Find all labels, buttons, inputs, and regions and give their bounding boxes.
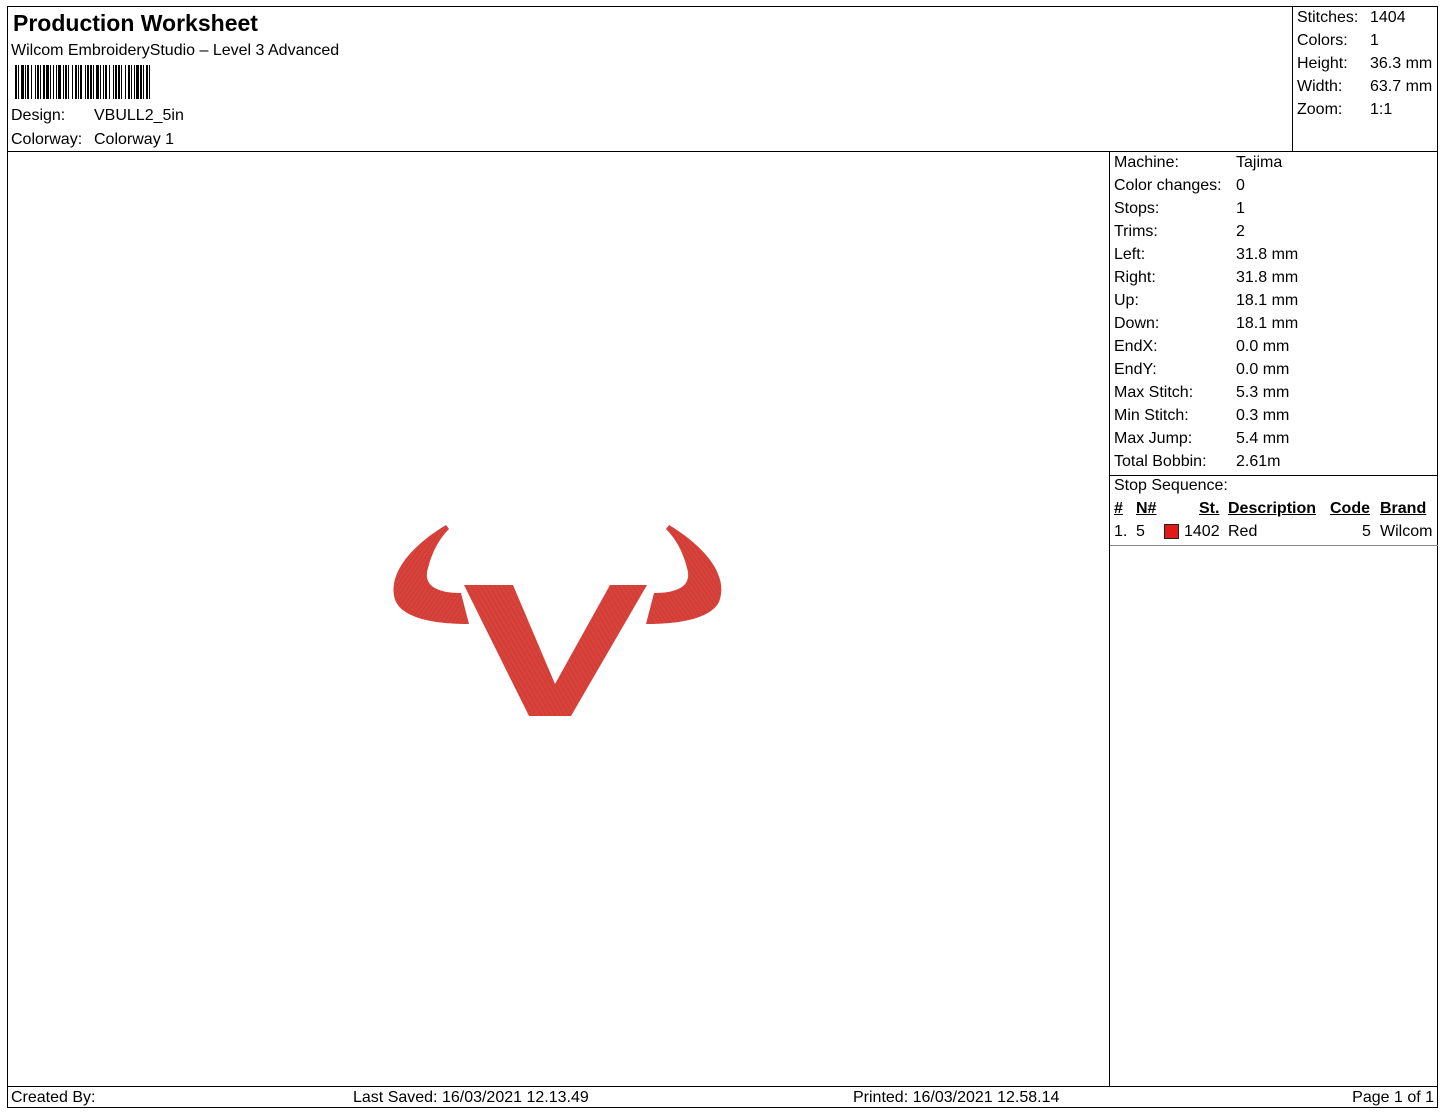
info-value: 18.1 mm — [1236, 315, 1299, 332]
design-value: VBULL2_5in — [94, 107, 184, 124]
zoom-label: Zoom: — [1297, 101, 1343, 118]
bull-logo-embroidery — [393, 525, 722, 716]
info-label: EndX: — [1114, 338, 1158, 355]
info-label: Total Bobbin: — [1114, 453, 1207, 470]
colors-row: Colors: 1 — [1297, 32, 1379, 50]
info-row: Max Jump: 5.4 mm — [1114, 430, 1289, 448]
info-row: Color changes: 0 — [1114, 177, 1245, 195]
info-label: Max Jump: — [1114, 430, 1193, 447]
info-label: Machine: — [1114, 154, 1179, 171]
stop-number: 1. — [1114, 523, 1128, 540]
info-value: 2.61m — [1236, 453, 1281, 470]
info-label: Stops: — [1114, 200, 1160, 217]
height-row: Height: 36.3 mm — [1297, 55, 1432, 73]
colorway-label: Colorway: — [11, 131, 83, 148]
design-row: Design: VBULL2_5in — [11, 107, 184, 125]
last-saved: Last Saved: 16/03/2021 12.13.49 — [353, 1089, 589, 1106]
right-horn — [646, 525, 722, 624]
info-value: 5.4 mm — [1236, 430, 1290, 447]
info-value: 31.8 mm — [1236, 269, 1299, 286]
info-row: Trims: 2 — [1114, 223, 1245, 241]
info-row: EndY: 0.0 mm — [1114, 361, 1289, 379]
width-value: 63.7 mm — [1370, 78, 1433, 95]
stop-description: Red — [1228, 523, 1258, 540]
info-row: Up: 18.1 mm — [1114, 292, 1298, 310]
stop-stitches: 1402 — [1184, 523, 1220, 540]
info-label: Color changes: — [1114, 177, 1222, 194]
info-value: 0 — [1236, 177, 1245, 194]
info-value: 0.0 mm — [1236, 361, 1290, 378]
software-name: Wilcom EmbroideryStudio – Level 3 Advanc… — [11, 42, 340, 59]
height-label: Height: — [1297, 55, 1348, 72]
column-header-num: # — [1114, 500, 1123, 517]
created-by: Created By: — [11, 1089, 96, 1106]
info-value: 2 — [1236, 223, 1245, 240]
printed-date: Printed: 16/03/2021 12.58.14 — [853, 1089, 1060, 1106]
info-value: 1 — [1236, 200, 1245, 217]
design-summary: Stitches: 1404 Colors: 1 Height: 36.3 mm Wi… — [1292, 7, 1438, 152]
zoom-value: 1:1 — [1370, 101, 1393, 118]
width-row: Width: 63.7 mm — [1297, 78, 1432, 96]
stop-code: 5 — [1362, 523, 1371, 540]
width-label: Width: — [1297, 78, 1343, 95]
info-row: Machine: Tajima — [1114, 154, 1282, 172]
thread-color-swatch — [1164, 524, 1179, 539]
info-row: Right: 31.8 mm — [1114, 269, 1298, 287]
v-letter — [464, 585, 647, 716]
info-label: Up: — [1114, 292, 1139, 309]
design-preview — [8, 152, 1110, 1086]
column-header-code: Code — [1330, 500, 1370, 517]
zoom-row: Zoom: 1:1 — [1297, 101, 1392, 119]
info-value: 31.8 mm — [1236, 246, 1299, 263]
colors-value: 1 — [1370, 32, 1379, 49]
info-row: Stops: 1 — [1114, 200, 1245, 218]
info-label: Left: — [1114, 246, 1146, 263]
info-label: Min Stitch: — [1114, 407, 1189, 424]
barcode-bar — [150, 65, 153, 99]
stop-table-end-divider — [1110, 545, 1438, 546]
worksheet-header: Production Worksheet Wilcom EmbroiderySt… — [8, 7, 1293, 152]
info-row: Down: 18.1 mm — [1114, 315, 1298, 333]
info-label: EndY: — [1114, 361, 1157, 378]
colorway-value: Colorway 1 — [94, 131, 175, 148]
page-number: Page 1 of 1 — [1352, 1089, 1434, 1106]
page-title: Production Worksheet — [13, 10, 258, 36]
colors-label: Colors: — [1297, 32, 1348, 49]
info-label: Max Stitch: — [1114, 384, 1194, 401]
column-header-stitches: St. — [1199, 500, 1220, 517]
stitches-row: Stitches: 1404 — [1297, 9, 1406, 27]
stop-brand: Wilcom — [1380, 523, 1433, 540]
stitches-value: 1404 — [1370, 9, 1406, 26]
info-row: Max Stitch: 5.3 mm — [1114, 384, 1289, 402]
info-row: Left: 31.8 mm — [1114, 246, 1298, 264]
info-value: 18.1 mm — [1236, 292, 1299, 309]
column-header-description: Description — [1228, 500, 1317, 517]
stop-sequence-title: Stop Sequence: — [1114, 477, 1228, 494]
stop-needle: 5 — [1136, 523, 1145, 540]
info-value: 0.0 mm — [1236, 338, 1290, 355]
info-value: 0.3 mm — [1236, 407, 1290, 424]
design-label: Design: — [11, 107, 66, 124]
left-horn — [393, 525, 469, 624]
colorway-row: Colorway: Colorway 1 — [11, 131, 174, 149]
column-header-needle: N# — [1136, 500, 1157, 517]
column-header-brand: Brand — [1380, 500, 1427, 517]
production-worksheet: Production Worksheet Wilcom EmbroiderySt… — [7, 6, 1438, 1108]
height-value: 36.3 mm — [1370, 55, 1433, 72]
info-row: Min Stitch: 0.3 mm — [1114, 407, 1289, 425]
machine-info-panel: Machine: Tajima Color changes: 0 Stops: 1 Trim… — [1109, 152, 1438, 1086]
info-label: Right: — [1114, 269, 1156, 286]
info-value: Tajima — [1236, 154, 1283, 171]
info-row: Total Bobbin: 2.61m — [1114, 453, 1280, 471]
info-label: Down: — [1114, 315, 1160, 332]
info-row: EndX: 0.0 mm — [1114, 338, 1289, 356]
info-value: 5.3 mm — [1236, 384, 1290, 401]
info-label: Trims: — [1114, 223, 1158, 240]
barcode-image — [15, 65, 153, 99]
worksheet-footer: Created By: Last Saved: 16/03/2021 12.13… — [8, 1086, 1437, 1107]
stitches-label: Stitches: — [1297, 9, 1359, 26]
stop-sequence-divider — [1110, 475, 1438, 476]
